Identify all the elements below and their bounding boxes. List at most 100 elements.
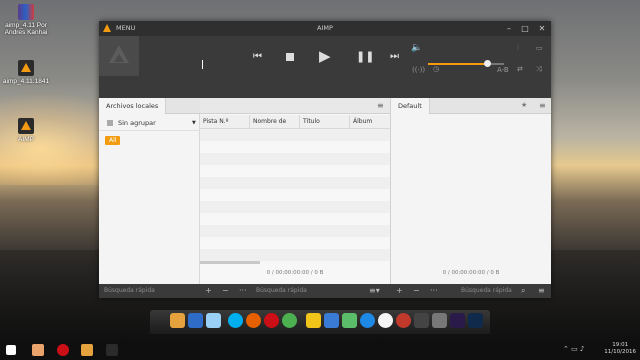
desktop-icon-rar[interactable]: aimp_4.11 Por Andres Kanhai (0, 4, 52, 36)
library-groups-pane: Archivos locales Sin agrupar ▼ All (99, 98, 200, 284)
grouping-dropdown[interactable]: Sin agrupar ▼ (99, 115, 200, 131)
next-icon[interactable]: ⏭ (390, 51, 399, 62)
playlist-search-input[interactable]: Búsqueda rápida (461, 287, 512, 294)
after-effects-icon[interactable] (450, 313, 465, 328)
table-row (200, 129, 390, 141)
tray-icons[interactable]: ⌃ ▭ ♪ (563, 345, 584, 353)
remove-icon[interactable]: − (413, 286, 420, 295)
opera-icon[interactable] (264, 313, 279, 328)
app-icon[interactable] (396, 313, 411, 328)
repeat-icon[interactable]: ⇄ (517, 65, 523, 73)
stop-icon[interactable] (286, 53, 294, 61)
horizontal-scrollbar[interactable] (200, 261, 260, 264)
window-title: AIMP (317, 24, 333, 32)
app-icon[interactable] (360, 313, 375, 328)
radio-icon[interactable]: ((·)) (412, 66, 425, 74)
sort-menu-icon[interactable]: ≡▾ (369, 286, 380, 295)
column-file-name[interactable]: Nombre de arc... (250, 115, 300, 139)
desktop-icon-aimp-setup[interactable]: aimp_4.11.1841 (0, 60, 52, 85)
all-filter-badge[interactable]: All (105, 136, 121, 145)
folder-icon[interactable] (81, 344, 93, 356)
previous-icon[interactable]: ⏮ (253, 51, 262, 62)
desktop-icon-aimp[interactable]: AIMP (0, 118, 52, 143)
opera-icon[interactable] (57, 344, 69, 356)
equalizer-icon[interactable]: ⫶ (517, 44, 519, 53)
chevron-down-icon: ▼ (192, 120, 196, 126)
player-panel: ⏮ ▶ ❚❚ ⏭ 🔈 ⫶ ▭ ((·)) ◷ A-B ⇄ ⤨ (99, 36, 551, 113)
desktop-icon-label: aimp_4.11.1841 (2, 78, 50, 85)
volume-slider[interactable] (428, 60, 504, 67)
tracks-search-input[interactable]: Búsqueda rápida (256, 287, 307, 294)
table-row (200, 201, 390, 213)
app-icon[interactable] (414, 313, 429, 328)
vlc-icon[interactable] (306, 313, 321, 328)
display-icon[interactable]: ▭ (536, 44, 543, 52)
firefox-icon[interactable] (246, 313, 261, 328)
chrome-icon[interactable] (282, 313, 297, 328)
table-row (200, 249, 390, 261)
add-icon[interactable]: + (396, 286, 403, 295)
star-icon[interactable]: ★ (521, 101, 527, 109)
box-icon[interactable] (342, 313, 357, 328)
album-cover (99, 36, 139, 76)
playlist-status: 0 / 00:00:00:00 / 0 B (442, 270, 500, 276)
pause-icon[interactable]: ❚❚ (356, 50, 374, 63)
library-tab-strip: Archivos locales (99, 98, 200, 114)
clock-time: 19:01 (612, 342, 629, 348)
table-row (200, 225, 390, 237)
skype-icon[interactable] (228, 313, 243, 328)
playlist-tab-strip: Default ★ ≡ (391, 98, 551, 114)
folder-icon[interactable] (170, 313, 185, 328)
repeat-ab-button[interactable]: A-B (497, 66, 509, 74)
bottom-toolbar: Búsqueda rápida + − ··· Búsqueda rápida … (99, 284, 551, 298)
timer-icon[interactable]: ◷ (433, 65, 439, 73)
table-row (200, 177, 390, 189)
menu-lines-icon[interactable]: ≡ (538, 286, 545, 295)
shuffle-icon[interactable]: ⤨ (536, 65, 542, 74)
taskbar: ⌃ ▭ ♪ 19:01 11/10/2016 (0, 340, 640, 360)
volume-knob[interactable] (484, 60, 492, 67)
remove-icon[interactable]: − (222, 286, 229, 295)
aimp-icon (18, 118, 34, 134)
app-icon[interactable] (32, 344, 44, 356)
column-title[interactable]: Título (300, 115, 350, 129)
play-icon[interactable]: ▶ (319, 47, 331, 65)
photoshop-icon[interactable] (468, 313, 483, 328)
tab-default[interactable]: Default (391, 98, 430, 114)
aimp-window: MENU AIMP – □ ✕ ⏮ ▶ ❚❚ ⏭ 🔈 ⫶ ▭ ((·)) ◷ A… (99, 21, 551, 298)
title-bar[interactable]: MENU AIMP – □ ✕ (99, 21, 551, 36)
volume-icon[interactable]: 🔈 (411, 43, 422, 53)
tab-local-files[interactable]: Archivos locales (99, 98, 167, 114)
desktop-icon-label: AIMP (18, 136, 34, 143)
store-icon[interactable] (206, 313, 221, 328)
mouse-cursor (202, 60, 208, 69)
explorer-icon[interactable] (188, 313, 203, 328)
system-clock[interactable]: 19:01 11/10/2016 (604, 342, 636, 356)
table-row (200, 153, 390, 165)
more-icon[interactable]: ··· (430, 286, 438, 295)
library-status: 0 / 00:00:00:00 / 0 B (266, 270, 324, 276)
clock-icon[interactable] (378, 313, 393, 328)
add-icon[interactable]: + (205, 286, 212, 295)
menu-lines-icon[interactable]: ≡ (377, 101, 384, 110)
clock-date: 11/10/2016 (604, 349, 636, 355)
aimp-taskbar-icon[interactable] (106, 344, 118, 356)
menu-lines-icon[interactable]: ≡ (539, 101, 546, 110)
more-icon[interactable]: ··· (239, 286, 247, 295)
library-search-input[interactable]: Búsqueda rápida (104, 287, 155, 294)
windows-start-icon[interactable] (6, 345, 16, 355)
desktop-icon-label: aimp_4.11 Por Andres Kanhai (4, 22, 48, 36)
playlist-pane: Default ★ ≡ 0 / 00:00:00:00 / 0 B (390, 98, 551, 284)
maximize-icon[interactable]: □ (519, 23, 531, 34)
minimize-icon[interactable]: – (503, 23, 515, 34)
library-tracks-pane: ≡ Pista N.º Nombre de arc... Título Álbu… (200, 98, 390, 284)
close-icon[interactable]: ✕ (536, 23, 548, 34)
winrar-icon (18, 4, 34, 20)
word-icon[interactable] (432, 313, 447, 328)
column-album[interactable]: Álbum (350, 115, 390, 129)
grouping-label: Sin agrupar (118, 119, 156, 127)
app-dock (150, 310, 490, 334)
column-track-number[interactable]: Pista N.º (200, 115, 250, 129)
search-icon[interactable]: ⌕ (521, 286, 525, 296)
app-icon[interactable] (324, 313, 339, 328)
